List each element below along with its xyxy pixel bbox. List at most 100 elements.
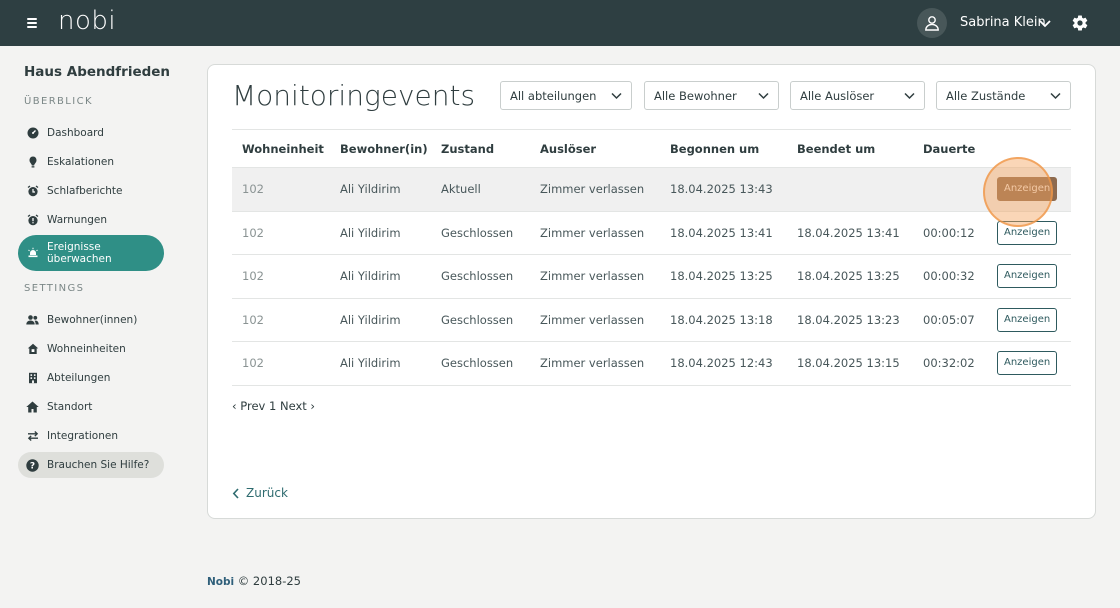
sidebar-item-label: Eskalationen [47, 156, 115, 168]
show-button[interactable]: Anzeigen [997, 307, 1058, 332]
page-title: Monitoringevents [232, 79, 476, 112]
unit-cell: 102 [232, 211, 330, 255]
column-header[interactable]: Begonnen um [660, 129, 787, 168]
column-header[interactable]: Wohneinheit [232, 129, 330, 168]
table-row[interactable]: 102 Ali Yildirim Geschlossen Zimmer verl… [232, 341, 1071, 386]
ended-cell: 18.04.2025 13:23 [787, 298, 913, 342]
integrations-icon [26, 430, 39, 443]
show-button[interactable]: Anzeigen [997, 264, 1058, 289]
show-button[interactable]: Anzeigen [997, 220, 1058, 245]
filter-value: Alle Auslöser [800, 88, 875, 103]
chevron-down-icon [611, 92, 622, 100]
trigger-cell: Zimmer verlassen [530, 254, 660, 299]
hamburger-menu-icon[interactable] [24, 14, 41, 32]
table-row[interactable]: 102 Ali Yildirim Aktuell Zimmer verlasse… [232, 167, 1071, 212]
footer-brand-link[interactable]: Nobi [207, 576, 234, 588]
top-bar: nobi Sabrina Klein [0, 0, 1120, 46]
state-cell: Geschlossen [431, 341, 530, 386]
current-page[interactable]: 1 [269, 399, 276, 413]
column-header[interactable]: Bewohner(in) [330, 129, 431, 168]
sidebar-item-integrations[interactable]: Integrationen [18, 423, 164, 449]
show-button[interactable]: Anzeigen [997, 177, 1058, 202]
table-row[interactable]: 102 Ali Yildirim Geschlossen Zimmer verl… [232, 298, 1071, 342]
sidebar-item-label: Bewohner(innen) [47, 314, 138, 326]
escalation-icon [26, 156, 39, 169]
column-header[interactable]: Beendet um [787, 129, 913, 168]
resident-filter-select[interactable]: Alle Bewohner [644, 81, 779, 110]
trigger-cell: Zimmer verlassen [530, 211, 660, 255]
state-cell: Geschlossen [431, 298, 530, 342]
unit-cell: 102 [232, 341, 330, 386]
unit-cell: 102 [232, 254, 330, 299]
sidebar-item-location[interactable]: Standort [18, 394, 164, 420]
user-avatar-icon[interactable] [917, 8, 947, 38]
trigger-cell: Zimmer verlassen [530, 298, 660, 342]
show-button[interactable]: Anzeigen [997, 351, 1058, 376]
chevron-left-icon [232, 487, 239, 499]
resident-cell: Ali Yildirim [330, 341, 431, 386]
state-filter-select[interactable]: Alle Zustände [936, 81, 1071, 110]
column-header[interactable]: Dauerte [913, 129, 987, 168]
footer: Nobi © 2018-25 [207, 574, 301, 588]
sidebar-item-departments[interactable]: Abteilungen [18, 365, 164, 391]
user-name[interactable]: Sabrina Klein [960, 15, 1046, 30]
started-cell: 18.04.2025 12:43 [660, 341, 787, 386]
started-cell: 18.04.2025 13:25 [660, 254, 787, 299]
warning-icon [26, 214, 39, 227]
state-cell: Aktuell [431, 167, 530, 212]
chevron-down-icon [758, 92, 769, 100]
sidebar-item-dashboard[interactable]: Dashboard [18, 120, 164, 146]
sidebar-item-label: Brauchen Sie Hilfe? [47, 459, 150, 471]
sidebar-item-label: Wohneinheiten [47, 343, 126, 355]
started-cell: 18.04.2025 13:18 [660, 298, 787, 342]
duration-cell [913, 167, 987, 212]
sidebar-item-warnings[interactable]: Warnungen [18, 207, 164, 233]
next-page-link[interactable]: Next › [280, 399, 315, 413]
unit-cell: 102 [232, 298, 330, 342]
back-link[interactable]: Zurück [232, 486, 288, 500]
sidebar-item-label: Dashboard [47, 127, 104, 139]
sidebar-item-label: Standort [47, 401, 93, 413]
monitoring-events-card: Monitoringevents All abteilungen Alle Be… [207, 64, 1096, 519]
table-row[interactable]: 102 Ali Yildirim Geschlossen Zimmer verl… [232, 254, 1071, 299]
nobi-logo[interactable]: nobi [58, 6, 116, 36]
trigger-filter-select[interactable]: Alle Auslöser [790, 81, 925, 110]
trigger-cell: Zimmer verlassen [530, 167, 660, 212]
units-icon [26, 343, 39, 356]
state-cell: Geschlossen [431, 211, 530, 255]
pagination: ‹ Prev 1 Next › [232, 399, 315, 413]
column-header[interactable]: Auslöser [530, 129, 660, 168]
dashboard-icon [26, 127, 39, 140]
trigger-cell: Zimmer verlassen [530, 341, 660, 386]
resident-cell: Ali Yildirim [330, 298, 431, 342]
duration-cell: 00:32:02 [913, 341, 987, 386]
section-label-settings: SETTINGS [24, 283, 85, 294]
action-cell: Anzeigen [987, 254, 1071, 299]
department-filter-select[interactable]: All abteilungen [500, 81, 632, 110]
sidebar-item-units[interactable]: Wohneinheiten [18, 336, 164, 362]
sidebar-item-help[interactable]: ? Brauchen Sie Hilfe? [18, 452, 164, 478]
sidebar-item-monitor-events[interactable]: Ereignisse überwachen [18, 235, 164, 271]
filter-value: All abteilungen [510, 88, 597, 103]
sidebar-item-sleep-reports[interactable]: Schlafberichte [18, 178, 164, 204]
chevron-down-icon[interactable] [1038, 16, 1052, 30]
ended-cell: 18.04.2025 13:25 [787, 254, 913, 299]
action-cell: Anzeigen [987, 167, 1071, 212]
sidebar-item-residents[interactable]: Bewohner(innen) [18, 307, 164, 333]
back-link-label: Zurück [246, 486, 288, 500]
duration-cell: 00:05:07 [913, 298, 987, 342]
duration-cell: 00:00:32 [913, 254, 987, 299]
ended-cell [787, 167, 913, 212]
state-cell: Geschlossen [431, 254, 530, 299]
gear-icon[interactable] [1071, 14, 1089, 32]
help-icon: ? [26, 458, 39, 472]
sidebar-item-label: Abteilungen [47, 372, 111, 384]
table-row[interactable]: 102 Ali Yildirim Geschlossen Zimmer verl… [232, 211, 1071, 255]
ended-cell: 18.04.2025 13:41 [787, 211, 913, 255]
resident-cell: Ali Yildirim [330, 254, 431, 299]
column-header[interactable]: Zustand [431, 129, 530, 168]
resident-cell: Ali Yildirim [330, 167, 431, 212]
chevron-down-icon [1050, 92, 1061, 100]
prev-page-link[interactable]: ‹ Prev [232, 399, 265, 413]
sidebar-item-escalations[interactable]: Eskalationen [18, 149, 164, 175]
